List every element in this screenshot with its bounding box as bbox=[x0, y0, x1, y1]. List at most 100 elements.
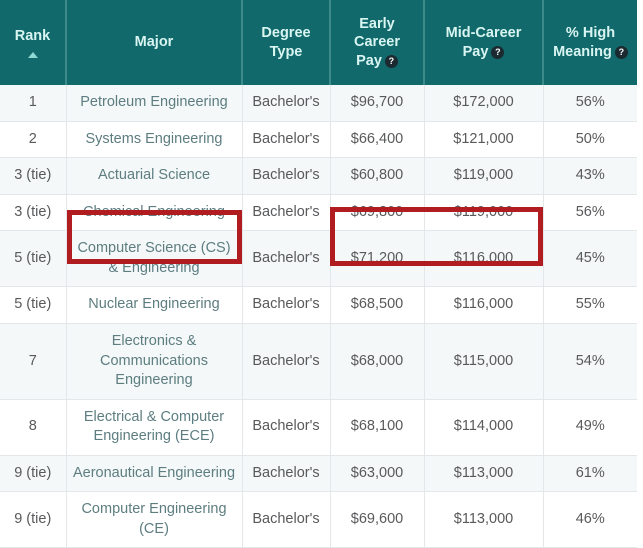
cell-mid-pay: $113,000 bbox=[424, 455, 543, 492]
column-header-early-line3: Pay bbox=[356, 53, 382, 69]
column-header-percent-high-meaning[interactable]: % High Meaning? bbox=[543, 0, 637, 85]
column-header-major[interactable]: Major bbox=[66, 0, 242, 85]
cell-rank: 3 (tie) bbox=[0, 158, 66, 195]
table-row: 3 (tie) Chemical Engineering Bachelor's$69… bbox=[0, 194, 637, 231]
help-icon[interactable]: ? bbox=[491, 46, 504, 59]
cell-early-pay: $63,000 bbox=[330, 455, 424, 492]
column-header-degree-line2: Type bbox=[270, 44, 303, 60]
cell-major[interactable]: Chemical Engineering bbox=[66, 194, 242, 231]
cell-degree-type: Bachelor's bbox=[242, 121, 330, 158]
cell-high-meaning: 61% bbox=[543, 455, 637, 492]
cell-high-meaning: 43% bbox=[543, 158, 637, 195]
column-header-early-line2: Career bbox=[354, 34, 400, 50]
major-link[interactable]: Chemical Engineering bbox=[83, 204, 225, 220]
table-body: 1Petroleum EngineeringBachelor's$96,700$… bbox=[0, 85, 637, 548]
major-link[interactable]: Actuarial Science bbox=[98, 167, 210, 183]
help-icon[interactable]: ? bbox=[615, 46, 628, 59]
cell-major[interactable]: Electronics & Communications Engineering bbox=[66, 323, 242, 399]
column-header-rank[interactable]: Rank bbox=[0, 0, 66, 85]
cell-major[interactable]: Systems Engineering bbox=[66, 121, 242, 158]
table-row: 9 (tie) Computer Engineering (CE) Bachelor… bbox=[0, 492, 637, 548]
major-link[interactable]: Nuclear Engineering bbox=[88, 296, 219, 312]
major-link[interactable]: Systems Engineering bbox=[85, 131, 222, 147]
table-row: 7 Electronics & Communications Engineerin… bbox=[0, 323, 637, 399]
cell-early-pay: $69,600 bbox=[330, 492, 424, 548]
cell-rank: 7 bbox=[0, 323, 66, 399]
cell-degree-type: Bachelor's bbox=[242, 455, 330, 492]
cell-early-pay: $69,800 bbox=[330, 194, 424, 231]
cell-mid-pay: $119,000 bbox=[424, 158, 543, 195]
cell-mid-pay: $121,000 bbox=[424, 121, 543, 158]
cell-major[interactable]: Electrical & Computer Engineering (ECE) bbox=[66, 399, 242, 455]
column-header-major-label: Major bbox=[135, 34, 174, 50]
sort-ascending-icon[interactable] bbox=[28, 52, 38, 58]
table-row: 3 (tie) Actuarial Science Bachelor's$60,80… bbox=[0, 158, 637, 195]
cell-mid-pay: $119,000 bbox=[424, 194, 543, 231]
major-link[interactable]: Electrical & Computer Engineering (ECE) bbox=[84, 409, 224, 445]
cell-high-meaning: 55% bbox=[543, 287, 637, 324]
cell-early-pay: $96,700 bbox=[330, 85, 424, 121]
cell-mid-pay: $116,000 bbox=[424, 231, 543, 287]
cell-early-pay: $68,000 bbox=[330, 323, 424, 399]
cell-degree-type: Bachelor's bbox=[242, 158, 330, 195]
column-header-degree-line1: Degree bbox=[261, 25, 310, 41]
column-header-mid-career-pay[interactable]: Mid-Career Pay? bbox=[424, 0, 543, 85]
table-row: 5 (tie)Nuclear EngineeringBachelor's$68,… bbox=[0, 287, 637, 324]
table-header-row: Rank Major Degree Type Early Career Pay?… bbox=[0, 0, 637, 85]
cell-degree-type: Bachelor's bbox=[242, 231, 330, 287]
cell-degree-type: Bachelor's bbox=[242, 194, 330, 231]
cell-major[interactable]: Nuclear Engineering bbox=[66, 287, 242, 324]
cell-early-pay: $68,500 bbox=[330, 287, 424, 324]
cell-mid-pay: $115,000 bbox=[424, 323, 543, 399]
table-row: 8 Electrical & Computer Engineering (ECE)… bbox=[0, 399, 637, 455]
column-header-degree-type[interactable]: Degree Type bbox=[242, 0, 330, 85]
cell-early-pay: $66,400 bbox=[330, 121, 424, 158]
cell-early-pay: $68,100 bbox=[330, 399, 424, 455]
help-icon[interactable]: ? bbox=[385, 55, 398, 68]
cell-rank: 8 bbox=[0, 399, 66, 455]
major-link[interactable]: Petroleum Engineering bbox=[80, 94, 228, 110]
major-link[interactable]: Computer Engineering (CE) bbox=[81, 501, 226, 537]
table-header: Rank Major Degree Type Early Career Pay?… bbox=[0, 0, 637, 85]
cell-high-meaning: 56% bbox=[543, 194, 637, 231]
salary-table-container: Rank Major Degree Type Early Career Pay?… bbox=[0, 0, 637, 548]
cell-degree-type: Bachelor's bbox=[242, 85, 330, 121]
cell-high-meaning: 50% bbox=[543, 121, 637, 158]
cell-major[interactable]: Petroleum Engineering bbox=[66, 85, 242, 121]
college-major-salary-table: Rank Major Degree Type Early Career Pay?… bbox=[0, 0, 637, 548]
cell-mid-pay: $114,000 bbox=[424, 399, 543, 455]
table-row: 1Petroleum EngineeringBachelor's$96,700$… bbox=[0, 85, 637, 121]
major-link[interactable]: Computer Science (CS) & Engineering bbox=[77, 240, 230, 276]
cell-rank: 2 bbox=[0, 121, 66, 158]
cell-high-meaning: 46% bbox=[543, 492, 637, 548]
cell-rank: 5 (tie) bbox=[0, 231, 66, 287]
cell-early-pay: $60,800 bbox=[330, 158, 424, 195]
cell-degree-type: Bachelor's bbox=[242, 399, 330, 455]
cell-degree-type: Bachelor's bbox=[242, 323, 330, 399]
column-header-pct-line1: % High bbox=[566, 25, 615, 41]
cell-high-meaning: 49% bbox=[543, 399, 637, 455]
cell-major[interactable]: Computer Engineering (CE) bbox=[66, 492, 242, 548]
column-header-mid-line2: Pay bbox=[463, 44, 489, 60]
cell-major[interactable]: Actuarial Science bbox=[66, 158, 242, 195]
cell-rank: 9 (tie) bbox=[0, 492, 66, 548]
major-link[interactable]: Aeronautical Engineering bbox=[73, 465, 235, 481]
cell-degree-type: Bachelor's bbox=[242, 492, 330, 548]
column-header-mid-line1: Mid-Career bbox=[446, 25, 522, 41]
cell-high-meaning: 54% bbox=[543, 323, 637, 399]
column-header-early-career-pay[interactable]: Early Career Pay? bbox=[330, 0, 424, 85]
cell-high-meaning: 56% bbox=[543, 85, 637, 121]
cell-major[interactable]: Aeronautical Engineering bbox=[66, 455, 242, 492]
table-row: 9 (tie)Aeronautical EngineeringBachelor'… bbox=[0, 455, 637, 492]
cell-rank: 3 (tie) bbox=[0, 194, 66, 231]
cell-major[interactable]: Computer Science (CS) & Engineering bbox=[66, 231, 242, 287]
column-header-early-line1: Early bbox=[359, 16, 394, 32]
cell-mid-pay: $113,000 bbox=[424, 492, 543, 548]
cell-mid-pay: $116,000 bbox=[424, 287, 543, 324]
cell-rank: 1 bbox=[0, 85, 66, 121]
cell-high-meaning: 45% bbox=[543, 231, 637, 287]
table-row: 5 (tie) Computer Science (CS) & Engineeri… bbox=[0, 231, 637, 287]
column-header-pct-line2: Meaning bbox=[553, 44, 612, 60]
cell-early-pay: $71,200 bbox=[330, 231, 424, 287]
major-link[interactable]: Electronics & Communications Engineering bbox=[100, 333, 208, 388]
